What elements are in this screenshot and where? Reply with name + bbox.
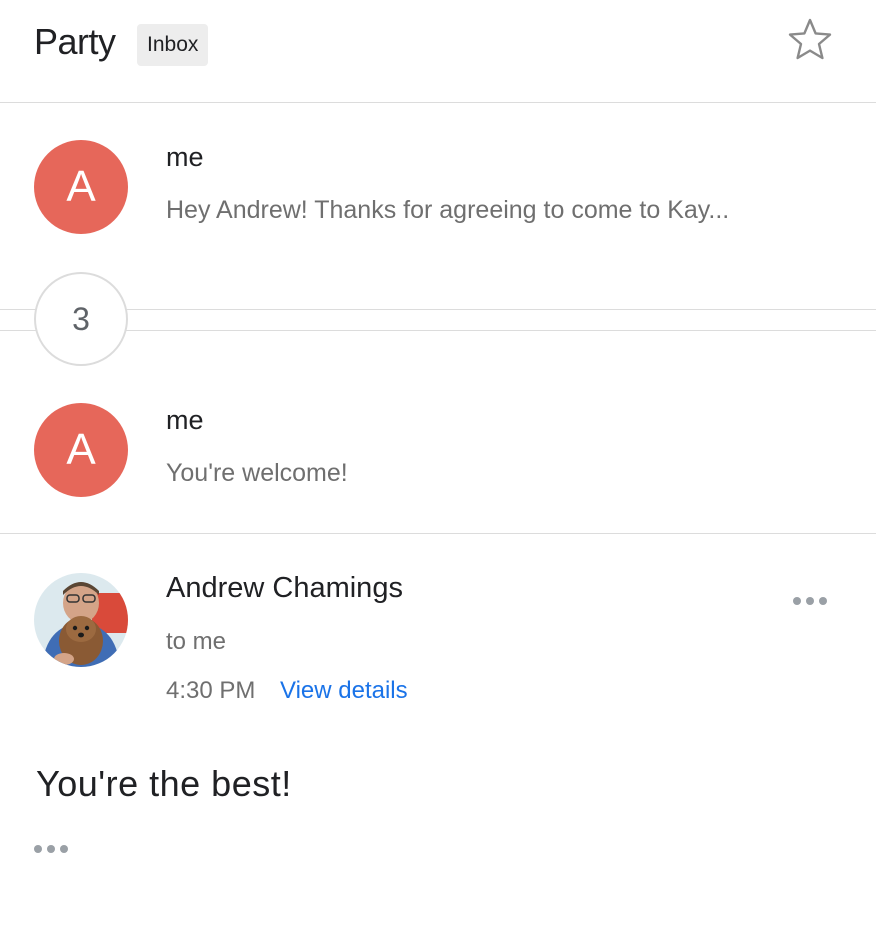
expanded-sender-name: Andrew Chamings xyxy=(166,572,403,604)
recipient-line: to me xyxy=(166,628,227,655)
sender-photo-avatar[interactable] xyxy=(34,573,128,667)
message-time: 4:30 PM xyxy=(166,677,256,704)
collapsed-message-1[interactable]: A me Hey Andrew! Thanks for agreeing to … xyxy=(0,102,876,272)
email-thread-screen: Party Inbox A me Hey Andrew! Thanks for … xyxy=(0,0,876,950)
avatar: A xyxy=(34,403,128,497)
sender-name: me xyxy=(166,405,204,435)
sender-name: me xyxy=(166,142,204,172)
collapsed-message-2[interactable]: A me You're welcome! xyxy=(0,365,876,533)
thread-subject: Party xyxy=(34,21,116,62)
divider xyxy=(0,533,876,534)
message-snippet: Hey Andrew! Thanks for agreeing to come … xyxy=(166,196,730,224)
inbox-label-chip[interactable]: Inbox xyxy=(137,24,209,66)
view-details-link[interactable]: View details xyxy=(280,675,408,707)
collapsed-count-badge[interactable]: 3 xyxy=(34,272,128,366)
collapsed-messages-bar[interactable] xyxy=(0,309,876,331)
star-icon[interactable] xyxy=(786,16,834,64)
more-options-icon[interactable] xyxy=(786,588,834,614)
show-trimmed-content-icon[interactable] xyxy=(34,836,78,862)
message-snippet: You're welcome! xyxy=(166,459,348,487)
avatar: A xyxy=(34,140,128,234)
thread-header: Party Inbox xyxy=(0,0,876,103)
message-body: You're the best! xyxy=(36,763,292,804)
